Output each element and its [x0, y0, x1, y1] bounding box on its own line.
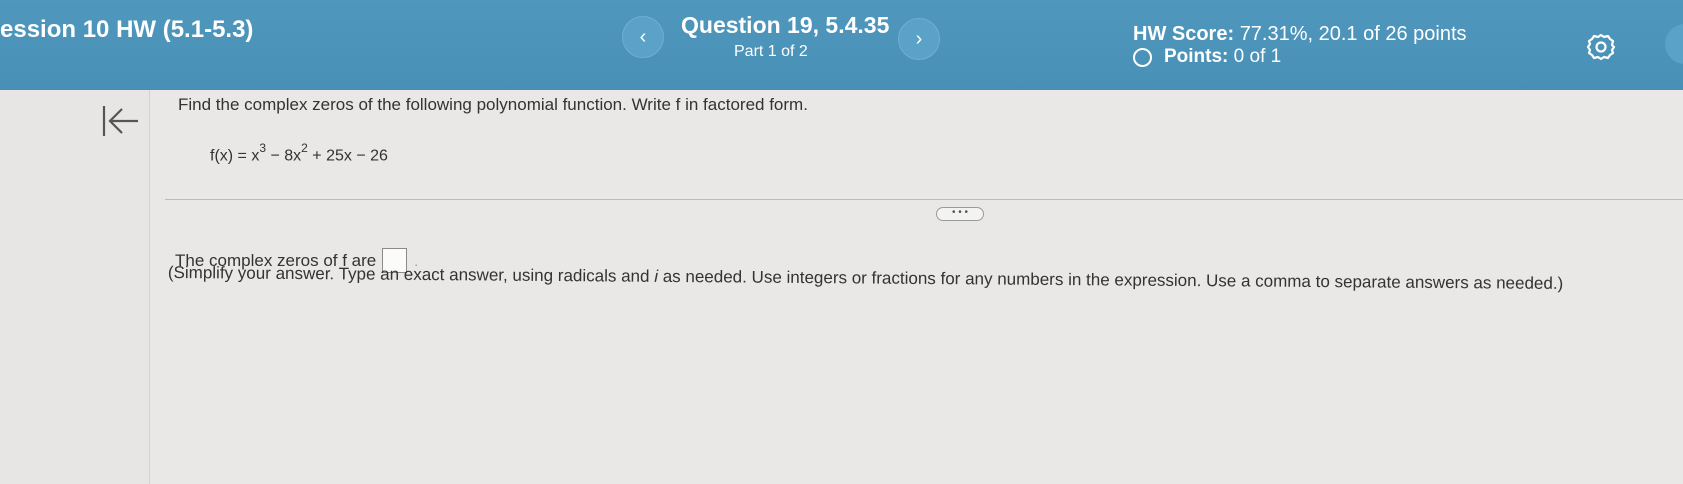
- question-title: Question 19, 5.4.35: [681, 12, 890, 38]
- more-options-button[interactable]: • • •: [936, 207, 984, 221]
- empty-circle-icon: [1133, 47, 1152, 67]
- question-part: Part 1 of 2: [734, 43, 808, 60]
- homework-title[interactable]: ession 10 HW (5.1-5.3): [0, 16, 253, 44]
- points-label: Points:: [1164, 46, 1229, 67]
- previous-question-button[interactable]: ‹: [622, 16, 664, 58]
- instructions-start: (Simplify your answer. Type an exact ans…: [167, 263, 655, 286]
- instructions-end: as needed. Use integers or fractions for…: [657, 266, 1564, 293]
- points-status: Points: 0 of 1: [1133, 46, 1281, 68]
- question-prompt: Find the complex zeros of the following …: [178, 95, 808, 114]
- collapse-left-icon[interactable]: [100, 103, 140, 139]
- answer-instructions: (Simplify your answer. Type an exact ans…: [168, 263, 1563, 294]
- gear-icon[interactable]: [1586, 32, 1616, 62]
- polynomial-formula: f(x) = x3 − 8x2 + 25x − 26: [210, 141, 388, 165]
- formula-exponent-2: 2: [301, 141, 308, 155]
- top-header: ession 10 HW (5.1-5.3) ‹ Question 19, 5.…: [0, 0, 1683, 90]
- hw-score-value: 77.31%, 20.1 of 26 points: [1239, 23, 1467, 45]
- points-value: 0 of 1: [1233, 46, 1282, 67]
- next-question-button[interactable]: ›: [898, 18, 940, 60]
- chevron-left-icon: ‹: [639, 25, 647, 48]
- hw-score: HW Score: 77.31%, 20.1 of 26 points: [1133, 23, 1467, 46]
- formula-rhs: + 25x − 26: [307, 147, 388, 165]
- formula-exponent-1: 3: [259, 141, 267, 155]
- header-edge-button[interactable]: [1665, 24, 1683, 64]
- section-divider: [165, 199, 1683, 200]
- hw-score-label: HW Score:: [1133, 23, 1235, 45]
- formula-lhs: f(x) = x: [210, 147, 260, 165]
- chevron-right-icon: ›: [915, 27, 923, 50]
- left-panel: [0, 90, 150, 484]
- formula-mid: − 8x: [266, 147, 302, 165]
